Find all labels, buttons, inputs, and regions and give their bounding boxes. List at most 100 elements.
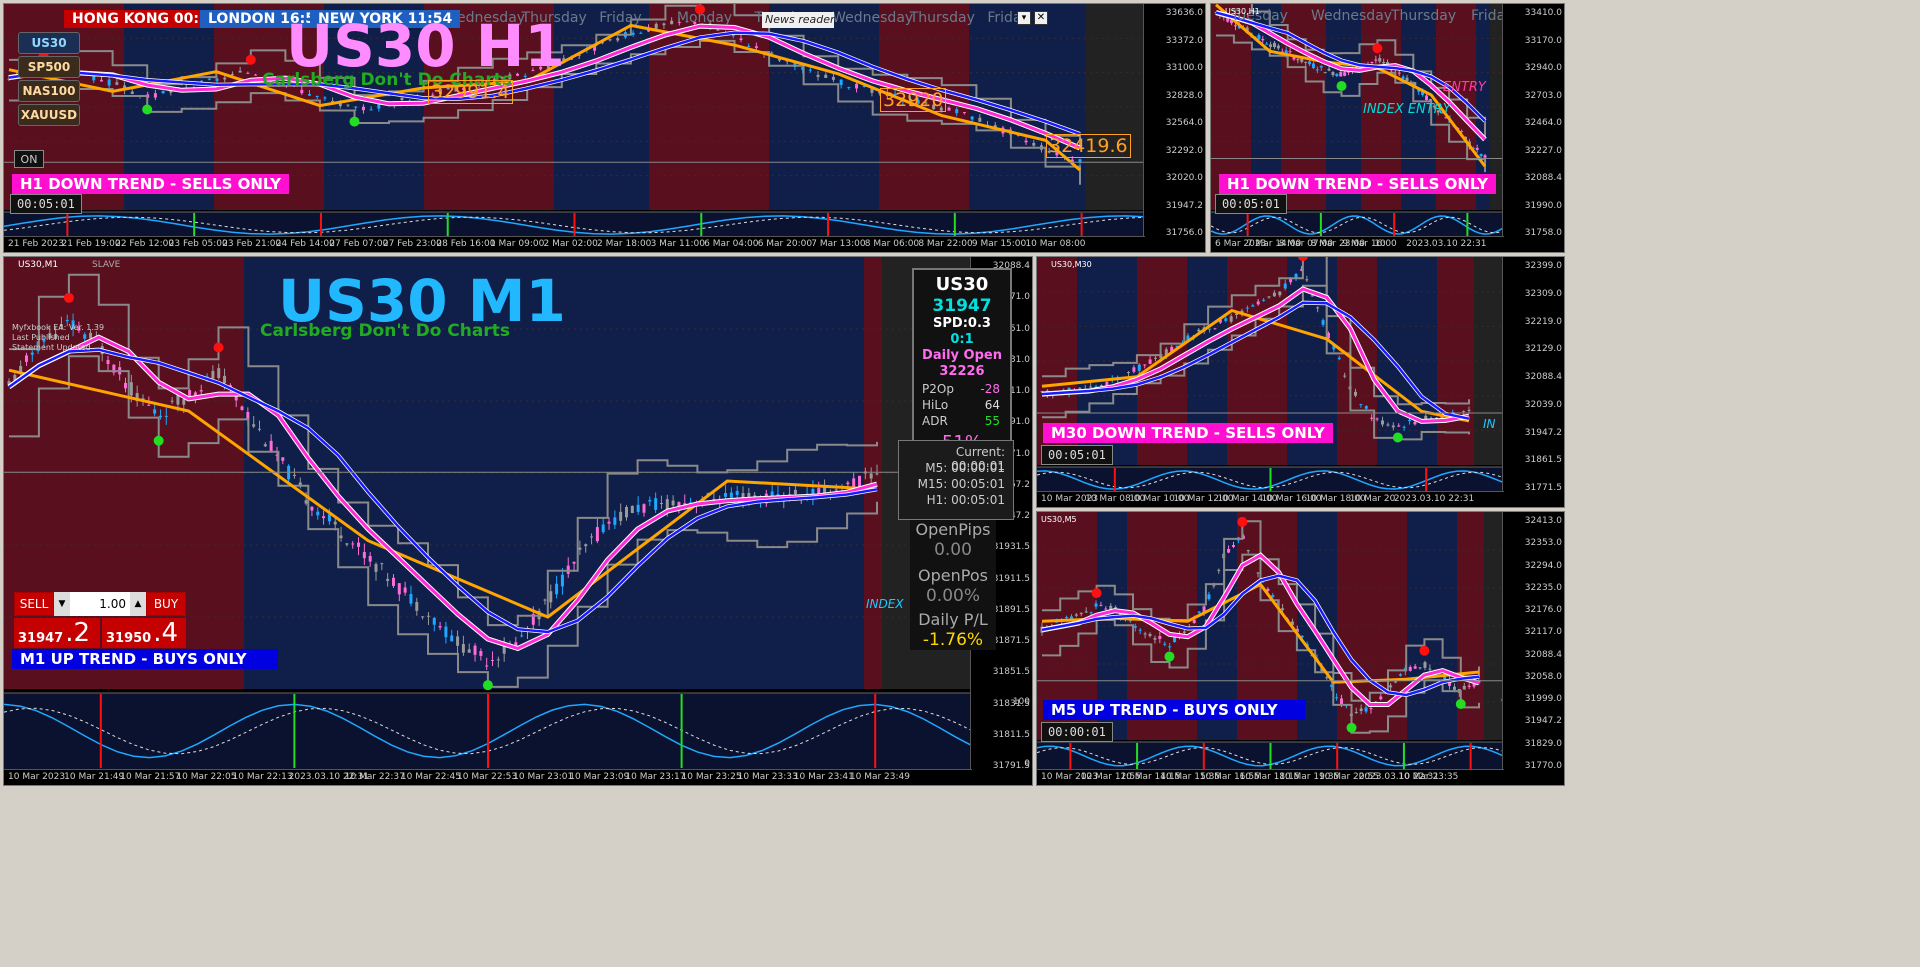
candle-body	[1137, 364, 1141, 371]
sell-price[interactable]: 31947.2	[14, 618, 100, 648]
symbol-button-nas100[interactable]: NAS100	[18, 80, 80, 102]
candle-body	[30, 352, 34, 355]
candle-body	[304, 500, 308, 504]
price-axis[interactable]: 32413.0 32353.0 32294.0 32235.0 32176.0 32117…	[1502, 512, 1564, 771]
ea-line-3: Statement Updated	[12, 343, 91, 352]
on-toggle[interactable]: ON	[14, 150, 44, 168]
lot-up-icon[interactable]: ▲	[130, 592, 146, 616]
candle-body	[1089, 612, 1093, 614]
candle-body	[473, 645, 477, 655]
chart-window-h1[interactable]: WednesdayThursdayFridayMondayTuesdayWedn…	[3, 3, 1206, 253]
time-axis-label: 8 Mar 06:00	[864, 239, 920, 249]
candle-body	[578, 547, 582, 550]
candle-body	[831, 76, 835, 80]
candle-body	[361, 106, 365, 111]
candle-body	[246, 72, 250, 74]
candle-body	[263, 444, 267, 447]
time-axis[interactable]: 21 Feb 2023 21 Feb 19:00 22 Feb 12:00 23 Fe…	[4, 236, 1145, 252]
candle-body	[211, 370, 215, 379]
candle-body	[636, 504, 640, 512]
candle-body	[1272, 292, 1276, 297]
candle-body	[281, 457, 285, 461]
time-axis-label: 27 Feb 23:00	[382, 239, 442, 249]
daily-pl-label: Daily P/L	[918, 610, 988, 629]
price-axis-label: 31947.2	[1524, 716, 1562, 727]
countdown-timer: 00:00:01	[1041, 722, 1113, 742]
candle-body	[83, 334, 87, 339]
info-price: 31947	[932, 296, 992, 316]
candle-body	[1308, 61, 1312, 65]
time-axis[interactable]: 10 Mar 2023 10 Mar 12:55 10 Mar 14:15 10 Ma…	[1037, 769, 1504, 785]
tf-label: M15:	[917, 477, 948, 491]
candle-body	[1428, 668, 1432, 670]
candle-body	[485, 665, 489, 667]
chart-header: US30,H1	[1225, 7, 1260, 16]
time-axis-label: 3 Mar 11:00	[650, 239, 705, 249]
price-axis[interactable]: 33410.0 33170.0 32940.0 32703.0 32464.0 32227…	[1502, 4, 1564, 238]
chart-window-m30[interactable]: US30,M30 M30 DOWN TREND - SELLS ONLY 00:…	[1036, 256, 1565, 508]
lot-dropdown-icon[interactable]: ▼	[54, 592, 70, 616]
daily-pl: -1.76%	[922, 630, 984, 650]
price-axis-label: 32129.0	[1524, 344, 1562, 355]
chart-window-h1-small[interactable]: Tuesday Wednesday Thursday Friday US30,H1 E…	[1210, 3, 1565, 253]
buy-signal-dot	[1346, 722, 1357, 733]
candle-body	[608, 39, 612, 41]
price-axis-label: 32413.0	[1524, 516, 1562, 526]
candle-body	[467, 649, 471, 653]
candle-body	[625, 506, 629, 518]
price-axis-label: 33410.0	[1524, 8, 1562, 18]
time-axis[interactable]: 6 Mar 2023 7 Mar 14:00 8 Mar 07:00 8 Mar 23…	[1211, 236, 1504, 252]
weekday-label: Friday	[599, 10, 641, 26]
candle-body	[323, 97, 327, 99]
candle-body	[1163, 643, 1167, 645]
candle-body	[1375, 418, 1379, 420]
price-axis-label: 32227.0	[1524, 145, 1562, 156]
candle-body	[496, 659, 500, 661]
news-reader-label[interactable]: News reader	[762, 12, 835, 28]
time-axis[interactable]: 10 Mar 2023 10 Mar 08:00 10 Mar 10:00 10 Ma…	[1037, 491, 1504, 507]
candle-body	[1339, 72, 1343, 77]
sell-signal-dot	[1419, 645, 1430, 656]
sell-button[interactable]: SELL	[14, 592, 54, 616]
candle-body	[724, 492, 728, 497]
candle-body	[1094, 603, 1098, 607]
price-axis[interactable]: 32399.0 32309.0 32219.0 32129.0 32088.4 32039…	[1502, 257, 1564, 493]
symbol-button-us30[interactable]: US30	[18, 32, 80, 54]
symbol-button-xauusd[interactable]: XAUUSD	[18, 104, 80, 126]
tf-row: M15: 00:05:01	[905, 477, 1005, 491]
time-axis-label: 23 Feb 05:00	[168, 239, 228, 249]
candle-body	[1374, 59, 1378, 61]
lot-input[interactable]: 1.00	[70, 592, 130, 616]
time-axis-label: 2 Mar 02:00	[543, 239, 598, 249]
time-axis-label: 10 Mar 23:25	[681, 772, 742, 782]
desktop: WednesdayThursdayFridayMondayTuesdayWedn…	[0, 0, 1920, 967]
chart-header: US30,M5	[1041, 515, 1077, 524]
time-axis-label: 10 Mar 23:33	[737, 772, 798, 782]
buy-price[interactable]: 31950.4	[102, 618, 186, 648]
tf-value: 00:05:01	[951, 493, 1005, 507]
candle-body	[1231, 545, 1235, 547]
symbol-button-sp500[interactable]: SP500	[18, 56, 80, 78]
candle-body	[99, 79, 103, 82]
chart-window-m1[interactable]: US30,M1 SLAVE SELL ▼ 1.00 ▲ BUY 31947.2 …	[3, 256, 1033, 786]
price-axis-label: 31756.0	[1165, 228, 1203, 238]
candle-body	[659, 502, 663, 504]
info-spread: SPD:0.3	[933, 316, 991, 331]
price-axis-label: 32058.0	[1524, 671, 1562, 682]
candle-body	[1337, 357, 1341, 360]
candle-body	[1278, 291, 1282, 296]
candle-body	[1099, 605, 1103, 607]
candle-body	[1462, 685, 1466, 690]
time-axis[interactable]: 10 Mar 2023 10 Mar 21:49 10 Mar 21:57 10 Ma…	[4, 769, 972, 785]
candle-body	[1229, 316, 1233, 322]
buy-signal-dot	[1336, 81, 1347, 92]
candle-body	[368, 555, 372, 562]
price-axis[interactable]: 33636.0 33372.0 33100.0 32828.0 32564.0 32292…	[1143, 4, 1205, 238]
candle-body	[1319, 66, 1323, 68]
news-reader-close-icon[interactable]: ✕	[1034, 11, 1048, 25]
candle-body	[1335, 74, 1339, 77]
buy-button[interactable]: BUY	[146, 592, 186, 616]
candle-body	[188, 390, 192, 396]
news-reader-collapse-icon[interactable]: ▾	[1017, 11, 1031, 25]
chart-window-m5[interactable]: US30,M5 M5 UP TREND - BUYS ONLY 00:00:01…	[1036, 511, 1565, 786]
